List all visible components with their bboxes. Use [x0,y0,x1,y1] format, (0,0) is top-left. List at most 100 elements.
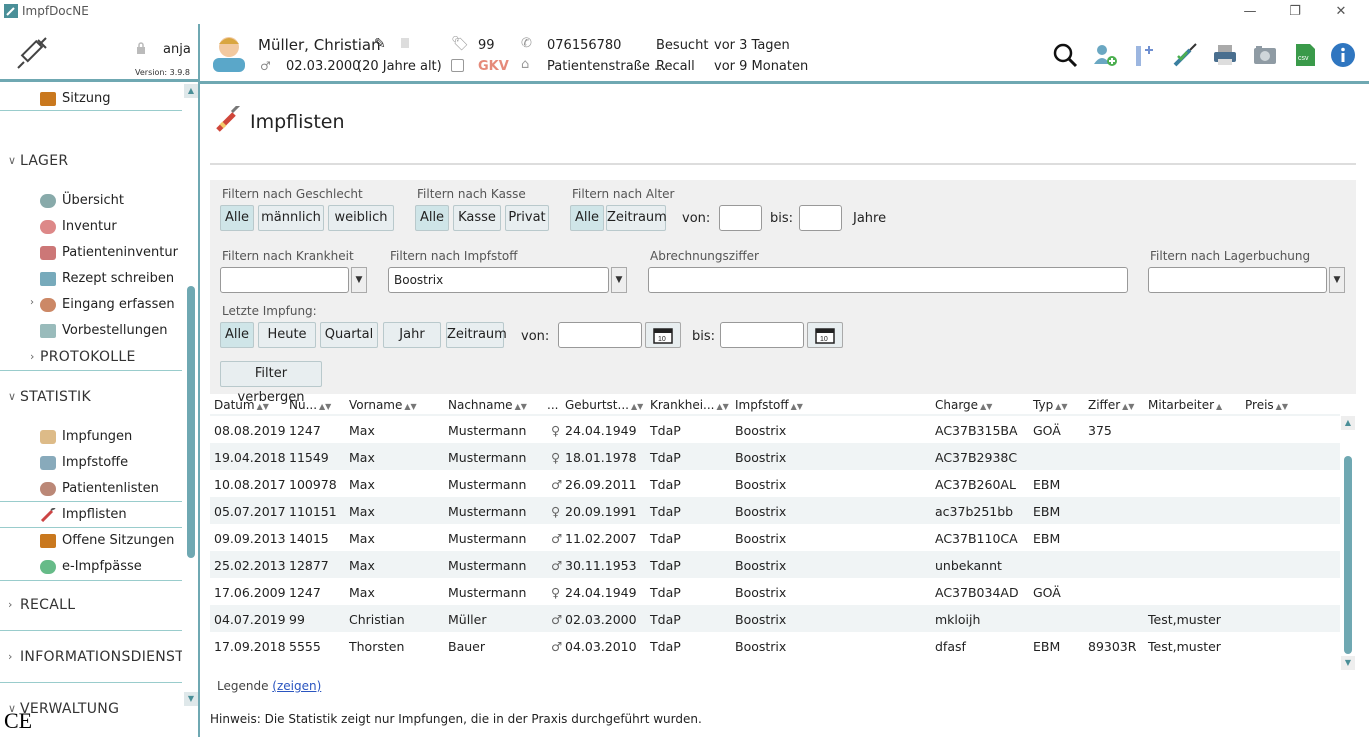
cell-geschlecht: ♂ [551,639,563,654]
scroll-up-button[interactable]: ▲ [184,84,198,98]
scroll-down-button[interactable]: ▼ [184,692,198,706]
minimize-button[interactable]: — [1235,2,1265,22]
insurance-icon [451,59,464,72]
age-to-input[interactable] [799,205,842,231]
vaccinate-icon[interactable] [1172,42,1198,68]
cell-krankheit: TdaP [650,639,681,654]
search-icon[interactable] [1052,42,1078,68]
age-from-input[interactable] [719,205,762,231]
sidebar-item-impfstoffe[interactable]: Impfstoffe [0,450,182,476]
age-all-button[interactable]: Alle [570,205,604,231]
table-row[interactable]: 08.08.2019 1247 Max Mustermann ♀ 24.04.1949 Td… [210,416,1340,443]
table-row[interactable]: 17.06.2009 1247 Max Mustermann ♀ 24.04.1949 Td… [210,578,1340,605]
cell-impfstoff: Boostrix [735,423,787,438]
patient-address: Patientenstraße ... [547,59,667,74]
col-typ[interactable]: Typ ▲▼ [1033,398,1068,412]
current-user[interactable]: anja [163,42,191,57]
sidebar-item-sitzung[interactable]: Sitzung [0,86,182,112]
add-patient-icon[interactable] [1092,42,1118,68]
stock-dropdown-button[interactable]: ▼ [1329,267,1345,293]
info-icon[interactable] [1330,42,1356,68]
col-geburtstag[interactable]: Geburtst... ▲▼ [565,398,643,412]
preorder-icon [40,324,56,338]
scroll-up-button[interactable]: ▲ [1341,416,1355,430]
restore-button[interactable]: ❐ [1280,2,1310,22]
insurance-privat-button[interactable]: Privat [505,205,549,231]
cell-charge: ac37b251bb [935,504,1014,519]
col-ziffer[interactable]: Ziffer ▲▼ [1088,398,1134,412]
col-krankheit[interactable]: Krankhei... ▲▼ [650,398,729,412]
edit-pencil-icon[interactable]: ✎ [374,36,386,52]
table-row[interactable]: 19.04.2018 11549 Max Mustermann ♀ 18.01.1978 T… [210,443,1340,470]
last-all-button[interactable]: Alle [220,322,254,348]
disease-dropdown-button[interactable]: ▼ [351,267,367,293]
sidebar-item-eingang[interactable]: › Eingang erfassen [0,292,182,318]
last-today-button[interactable]: Heute [258,322,316,348]
billing-code-input[interactable] [648,267,1128,293]
stock-filter-input[interactable] [1148,267,1327,293]
gender-all-button[interactable]: Alle [220,205,254,231]
col-preis[interactable]: Preis ▲▼ [1245,398,1288,412]
col-vorname[interactable]: Vorname ▲▼ [349,398,417,412]
sidebar-item-patientenlisten[interactable]: Patientenlisten [0,476,182,502]
last-year-button[interactable]: Jahr [383,322,441,348]
last-range-button[interactable]: Zeitraum [446,322,507,348]
sidebar-item-inventur[interactable]: Inventur [0,214,182,240]
lock-icon[interactable] [136,42,146,54]
sidebar-scrollbar[interactable]: ▲ ▼ [184,82,198,706]
eimpfpass-icon [40,560,56,574]
hide-filter-button[interactable]: Filter verbergen [220,361,322,405]
scroll-thumb[interactable] [187,286,195,558]
visited-label: Besucht [656,38,709,53]
sidebar-item-rezept[interactable]: Rezept schreiben [0,266,182,292]
last-quarter-button[interactable]: Quartal [320,322,378,348]
gender-male-button[interactable]: männlich [258,205,324,231]
age-range-button[interactable]: Zeitraum [606,205,667,231]
legend-show-link[interactable]: (zeigen) [272,679,321,693]
col-charge[interactable]: Charge ▲▼ [935,398,992,412]
disease-filter-input[interactable] [220,267,349,293]
cell-datum: 10.08.2017 [214,477,286,492]
delete-icon[interactable] [401,38,409,48]
table-row[interactable]: 25.02.2013 12877 Max Mustermann ♂ 30.11.1953 T… [210,551,1340,578]
patient-name[interactable]: Müller, Christian [258,36,381,54]
table-row[interactable]: 05.07.2017 110151 Max Mustermann ♀ 20.09.1991… [210,497,1340,524]
sidebar-item-eimpfpaesse[interactable]: e-Impfpässe [0,554,182,580]
scroll-down-button[interactable]: ▼ [1341,656,1355,670]
gender-female-button[interactable]: weiblich [328,205,394,231]
csv-icon[interactable]: csv [1292,42,1318,68]
print-icon[interactable] [1212,42,1238,68]
last-to-date-input[interactable] [720,322,804,348]
col-datum[interactable]: Datum ▲▼ [214,398,269,412]
sidebar-item-patienteninventur[interactable]: Patienteninventur [0,240,182,266]
calendar-from-button[interactable]: 10 [645,322,681,348]
close-button[interactable]: ✕ [1326,2,1356,22]
sidebar-item-uebersicht[interactable]: Übersicht [0,188,182,214]
table-row[interactable]: 17.09.2018 5555 Thorsten Bauer ♂ 04.03.2010 Td… [210,632,1340,659]
col-mitarbeiter[interactable]: Mitarbeiter ▲ [1148,398,1222,412]
camera-icon[interactable] [1252,42,1278,68]
scroll-thumb[interactable] [1344,456,1352,654]
last-from-date-input[interactable] [558,322,642,348]
col-impfstoff[interactable]: Impfstoff ▲▼ [735,398,803,412]
sidebar-item-vorbestellungen[interactable]: Vorbestellungen [0,318,182,344]
add-entry-icon[interactable] [1132,42,1158,68]
vaccine-filter-input[interactable]: Boostrix [388,267,609,293]
col-nummer[interactable]: Nu... ▲▼ [289,398,331,412]
sidebar-item-impflisten[interactable]: Impflisten [0,502,182,528]
sidebar-item-offene-sitzungen[interactable]: Offene Sitzungen [0,528,182,554]
table-row[interactable]: 04.07.2019 99 Christian Müller ♂ 02.03.2000 Td… [210,605,1340,632]
col-nachname[interactable]: Nachname ▲▼ [448,398,527,412]
chevron-right-icon[interactable]: › [30,297,34,308]
insurance-all-button[interactable]: Alle [415,205,449,231]
col-geschlecht[interactable]: ... [547,398,558,412]
table-row[interactable]: 10.08.2017 100978 Max Mustermann ♂ 26.09.2011… [210,470,1340,497]
vaccine-dropdown-button[interactable]: ▼ [611,267,627,293]
table-scrollbar[interactable]: ▲ ▼ [1340,414,1356,672]
cell-charge: AC37B110CA [935,531,1018,546]
insurance-kasse-button[interactable]: Kasse [453,205,501,231]
patient-avatar[interactable] [211,32,247,72]
sidebar-item-impfungen[interactable]: Impfungen [0,424,182,450]
table-row[interactable]: 09.09.2013 14015 Max Mustermann ♂ 11.02.2007 T… [210,524,1340,551]
calendar-to-button[interactable]: 10 [807,322,843,348]
